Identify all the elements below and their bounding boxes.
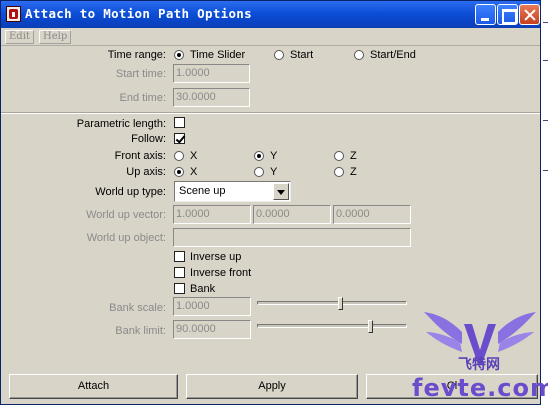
up-axis-x-label: X — [190, 166, 198, 178]
end-time-field[interactable]: 30.0000 — [173, 88, 250, 107]
window-title: Attach to Motion Path Options — [25, 6, 252, 21]
time-range-start-end-label: Start/End — [370, 49, 416, 61]
world-up-type-dropdown[interactable]: Scene up — [174, 181, 291, 202]
bank-limit-label: Bank limit: — [115, 325, 166, 337]
bank-checkbox[interactable] — [174, 283, 185, 294]
title-bar[interactable]: Attach to Motion Path Options — [1, 1, 540, 28]
strip-mark — [543, 22, 548, 23]
world-up-vector-z-field[interactable]: 0.0000 — [333, 205, 411, 224]
menu-bar: Edit Help — [1, 28, 540, 46]
menu-help[interactable]: Help — [39, 30, 72, 44]
front-axis-z-radio[interactable] — [334, 151, 344, 161]
minimize-button[interactable] — [475, 4, 496, 25]
world-up-vector-y-field[interactable]: 0.0000 — [253, 205, 331, 224]
strip-mark — [543, 120, 548, 121]
front-axis-x-radio[interactable] — [174, 151, 184, 161]
up-axis-z-label: Z — [350, 166, 357, 178]
time-range-start-radio[interactable] — [274, 50, 284, 60]
world-up-type-label: World up type: — [95, 186, 166, 198]
parametric-length-label: Parametric length: — [76, 118, 166, 130]
front-axis-y-label: Y — [270, 150, 278, 162]
front-axis-y-radio[interactable] — [254, 151, 264, 161]
end-time-label: End time: — [119, 92, 166, 104]
up-axis-y-label: Y — [270, 166, 278, 178]
watermark: 飞特网 fevte.com — [412, 302, 548, 405]
parametric-length-checkbox[interactable] — [174, 117, 185, 128]
bank-limit-field[interactable]: 90.0000 — [173, 320, 251, 339]
time-range-start-end-radio[interactable] — [354, 50, 364, 60]
inverse-front-checkbox[interactable] — [174, 267, 185, 278]
menu-edit[interactable]: Edit — [5, 30, 34, 44]
bank-scale-slider[interactable] — [257, 301, 407, 305]
time-range-time-slider-radio[interactable] — [174, 50, 184, 60]
maya-app-icon[interactable] — [6, 6, 21, 22]
bank-scale-label: Bank scale: — [109, 302, 166, 314]
front-axis-z-label: Z — [350, 150, 357, 162]
start-time-field[interactable]: 1.0000 — [173, 64, 250, 83]
world-up-vector-label: World up vector: — [86, 209, 166, 221]
time-range-time-slider-label: Time Slider — [190, 49, 246, 61]
front-axis-x-label: X — [190, 150, 198, 162]
dropdown-arrow-icon[interactable] — [273, 183, 289, 200]
bank-scale-slider-thumb[interactable] — [338, 297, 343, 310]
up-axis-y-radio[interactable] — [254, 167, 264, 177]
strip-mark — [543, 170, 548, 171]
bank-scale-field[interactable]: 1.0000 — [173, 297, 251, 316]
watermark-chinese-text: 飞特网 — [458, 357, 500, 373]
bank-limit-slider-thumb[interactable] — [368, 320, 373, 333]
strip-mark — [543, 60, 548, 61]
bank-label: Bank — [190, 283, 216, 295]
inverse-front-label: Inverse front — [190, 267, 252, 279]
up-axis-x-radio[interactable] — [174, 167, 184, 177]
watermark-text: fevte.com — [412, 374, 548, 402]
time-range-label: Time range: — [107, 49, 166, 61]
follow-label: Follow: — [131, 133, 166, 145]
inverse-up-checkbox[interactable] — [174, 251, 185, 262]
follow-checkbox[interactable] — [174, 133, 185, 144]
world-up-vector-x-field[interactable]: 1.0000 — [173, 205, 251, 224]
inverse-up-label: Inverse up — [190, 251, 242, 263]
up-axis-label: Up axis: — [126, 166, 166, 178]
world-up-object-label: World up object: — [86, 232, 166, 244]
maximize-button[interactable] — [497, 4, 518, 25]
time-range-start-label: Start — [290, 49, 314, 61]
front-axis-label: Front axis: — [114, 150, 166, 162]
apply-button[interactable]: Apply — [186, 374, 358, 399]
section-divider — [1, 112, 540, 114]
start-time-label: Start time: — [115, 68, 166, 80]
world-up-type-value: Scene up — [179, 185, 226, 197]
world-up-object-field[interactable] — [173, 228, 411, 247]
up-axis-z-radio[interactable] — [334, 167, 344, 177]
attach-button[interactable]: Attach — [9, 374, 178, 399]
close-window-button[interactable] — [519, 4, 540, 25]
bank-limit-slider[interactable] — [257, 324, 407, 328]
